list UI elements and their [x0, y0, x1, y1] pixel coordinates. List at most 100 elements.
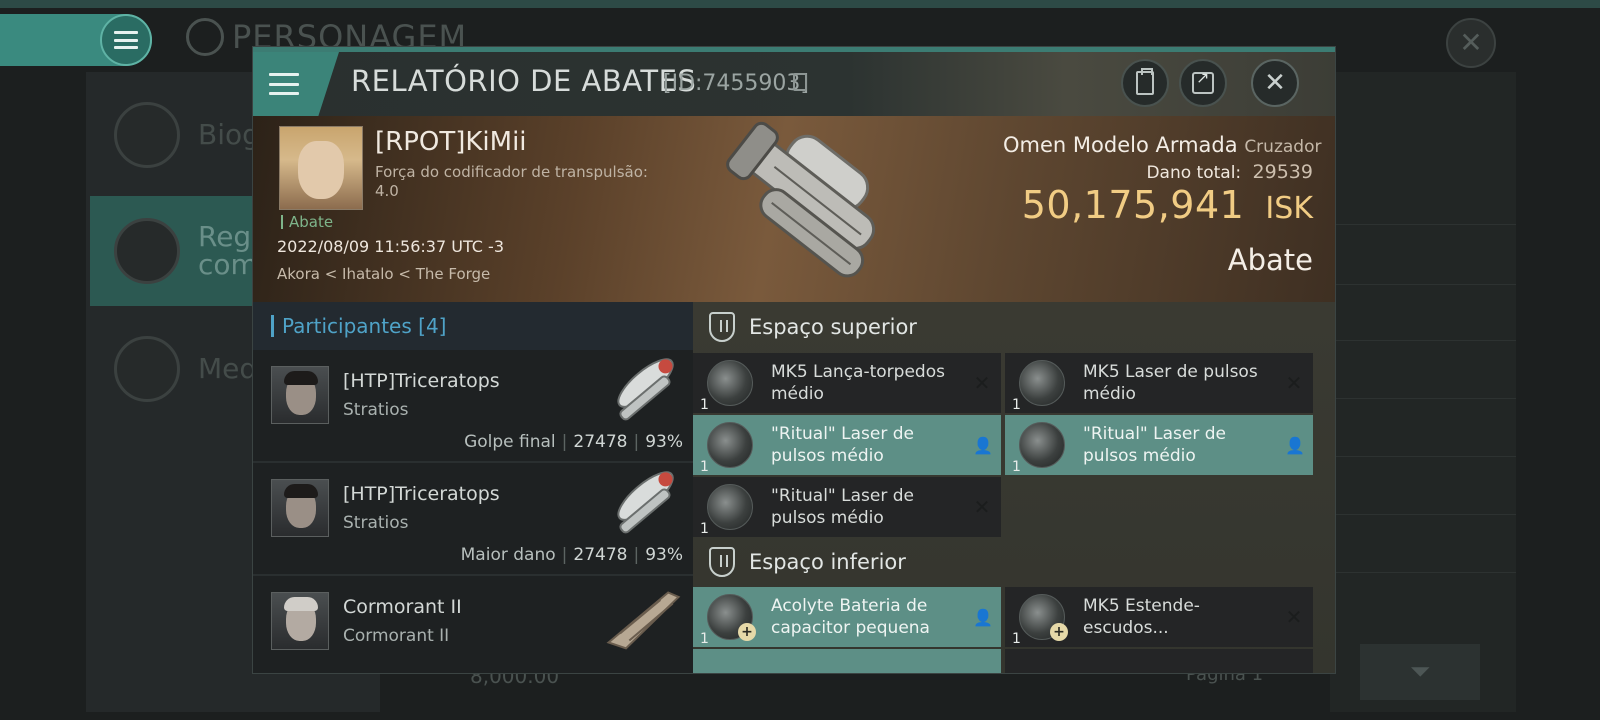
item-row[interactable]: 1 "Ritual" Laser de pulsos médio 👤 — [1005, 415, 1313, 475]
crossed-swords-icon — [114, 218, 180, 284]
participant-avatar — [271, 366, 329, 424]
item-quantity: 1 — [700, 521, 709, 537]
item-row[interactable]: 1 + Acolyte Bateria de capacitor pequena … — [693, 587, 1001, 647]
section-title: Espaço superior — [749, 315, 917, 339]
item-row[interactable]: 1 + MK5 Estende-escudos... ✕ — [1005, 587, 1313, 647]
participant-ship-image — [617, 358, 674, 421]
participant-damage: 27478 — [573, 432, 628, 452]
victim-ship-image[interactable] — [693, 119, 893, 297]
item-quantity: 1 — [700, 631, 709, 647]
participant-ship: Stratios — [343, 513, 409, 533]
item-quantity: 1 — [700, 459, 709, 475]
pulse-laser-icon: 1 — [1012, 360, 1065, 413]
item-row[interactable]: 1 "Ritual" Laser de pulsos médio 👤 — [693, 415, 1001, 475]
item-quantity: 1 — [1012, 397, 1021, 413]
report-id: [ID:7455903] — [663, 71, 809, 96]
dialog-title: RELATÓRIO DE ABATES — [351, 64, 697, 98]
participant-label: Golpe final — [464, 432, 556, 452]
item-row[interactable]: 1 MK5 Laser de pulsos médio ✕ — [1005, 353, 1313, 413]
capacitor-battery-icon: 1 + — [700, 594, 756, 647]
top-strip — [0, 0, 1600, 8]
clipboard-button[interactable] — [1121, 59, 1169, 107]
section-header-low: Espaço inferior — [693, 537, 1335, 587]
item-name: MK5 Estende-escudos... — [1083, 596, 1200, 638]
destroyed-icon: ✕ — [973, 495, 991, 519]
clipboard-icon — [1136, 68, 1154, 95]
pulse-laser-icon: 1 — [1012, 422, 1065, 475]
participant-percent: 93% — [645, 545, 683, 565]
destroyed-icon: ✕ — [973, 371, 991, 395]
destroyed-icon: ✕ — [1285, 605, 1303, 629]
kill-outcome: Abate — [1227, 243, 1313, 277]
participant-row[interactable]: [HTP]Triceratops Stratios Golpe final | 27… — [253, 350, 693, 463]
kill-report-dialog: RELATÓRIO DE ABATES [ID:7455903] ✕ [RPOT… — [252, 46, 1336, 674]
background-close-button[interactable]: ✕ — [1446, 18, 1496, 68]
copy-icon[interactable] — [793, 73, 807, 91]
victim-portrait[interactable] — [279, 126, 363, 210]
item-row-partial[interactable] — [1005, 649, 1313, 673]
item-quantity: 1 — [1012, 631, 1021, 647]
item-row[interactable]: 1 "Ritual" Laser de pulsos médio ✕ — [693, 477, 1001, 537]
divider — [1330, 340, 1516, 341]
character-icon — [186, 18, 224, 56]
plus-icon: + — [1050, 623, 1068, 641]
dropped-person-icon: 👤 — [973, 607, 993, 627]
plus-icon: + — [738, 623, 756, 641]
participants-header: Participantes [4] — [253, 302, 693, 350]
background-menu-button[interactable] — [100, 14, 152, 66]
item-row[interactable]: 1 MK5 Lança-torpedos médio ✕ — [693, 353, 1001, 413]
ship-type: Omen Modelo Armada — [1003, 133, 1238, 157]
isk-value: 50,175,941 ISK — [993, 183, 1313, 227]
participant-ship: Stratios — [343, 400, 409, 420]
torpedo-launcher-icon: 1 — [700, 360, 753, 413]
ship-class: Cruzador — [1244, 137, 1322, 157]
kill-datetime: 2022/08/09 11:56:37 UTC -3 — [277, 237, 505, 256]
participant-row[interactable]: [HTP]Triceratops Stratios Maior dano | 274… — [253, 463, 693, 576]
damage-value: 29539 — [1252, 161, 1313, 183]
item-quantity: 1 — [1012, 459, 1021, 475]
participant-damage: 27478 — [573, 545, 628, 565]
participant-name: [HTP]Triceratops — [343, 370, 500, 392]
participants-title: Participantes [4] — [282, 314, 447, 338]
filter-icon: ⏷ — [1409, 656, 1431, 687]
item-row-partial[interactable] — [693, 649, 1001, 673]
participant-stats: Golpe final | 27478 | 93% — [464, 432, 683, 452]
close-icon: ✕ — [1264, 68, 1286, 98]
external-link-icon — [1192, 68, 1214, 94]
victim-subtitle: Força do codificador de transpulsão: 4.0 — [375, 163, 648, 200]
participant-name: Cormorant II — [343, 596, 462, 618]
total-damage: Dano total: 29539 — [1003, 161, 1313, 183]
divider — [1330, 284, 1516, 285]
ship-name: Omen Modelo Armada Cruzador — [1003, 133, 1321, 157]
dropped-person-icon: 👤 — [973, 435, 993, 455]
divider — [1330, 572, 1516, 573]
victim-name[interactable]: [RPOT]KiMii — [375, 127, 527, 157]
close-button[interactable]: ✕ — [1251, 59, 1299, 107]
participant-avatar — [271, 592, 329, 650]
shield-extender-icon: 1 + — [1012, 594, 1068, 647]
item-name: Acolyte Bateria de capacitor pequena — [771, 596, 930, 638]
divider — [1330, 456, 1516, 457]
list-icon — [114, 102, 180, 168]
participant-row[interactable]: Cormorant II Cormorant II — [253, 576, 693, 673]
participant-ship-image — [617, 471, 674, 534]
filter-button[interactable]: ⏷ — [1360, 644, 1480, 700]
high-slot-icon — [709, 312, 735, 342]
item-name: "Ritual" Laser de pulsos médio — [771, 424, 915, 466]
participant-percent: 93% — [645, 432, 683, 452]
kill-location: Akora < Ihatalo < The Forge — [277, 265, 491, 283]
participant-avatar — [271, 479, 329, 537]
participant-ship-image — [606, 591, 681, 650]
divider — [1330, 224, 1516, 225]
pulse-laser-icon: 1 — [700, 422, 753, 475]
kill-tag: Abate — [281, 215, 333, 230]
star-badge-icon — [114, 336, 180, 402]
menu-icon — [114, 31, 138, 49]
participant-stats: Maior dano | 27478 | 93% — [460, 545, 683, 565]
menu-icon — [269, 73, 299, 95]
item-name: "Ritual" Laser de pulsos médio — [1083, 424, 1227, 466]
isk-currency: ISK — [1265, 191, 1313, 226]
background-list — [1330, 72, 1516, 712]
item-quantity: 1 — [700, 397, 709, 413]
share-button[interactable] — [1179, 59, 1227, 107]
